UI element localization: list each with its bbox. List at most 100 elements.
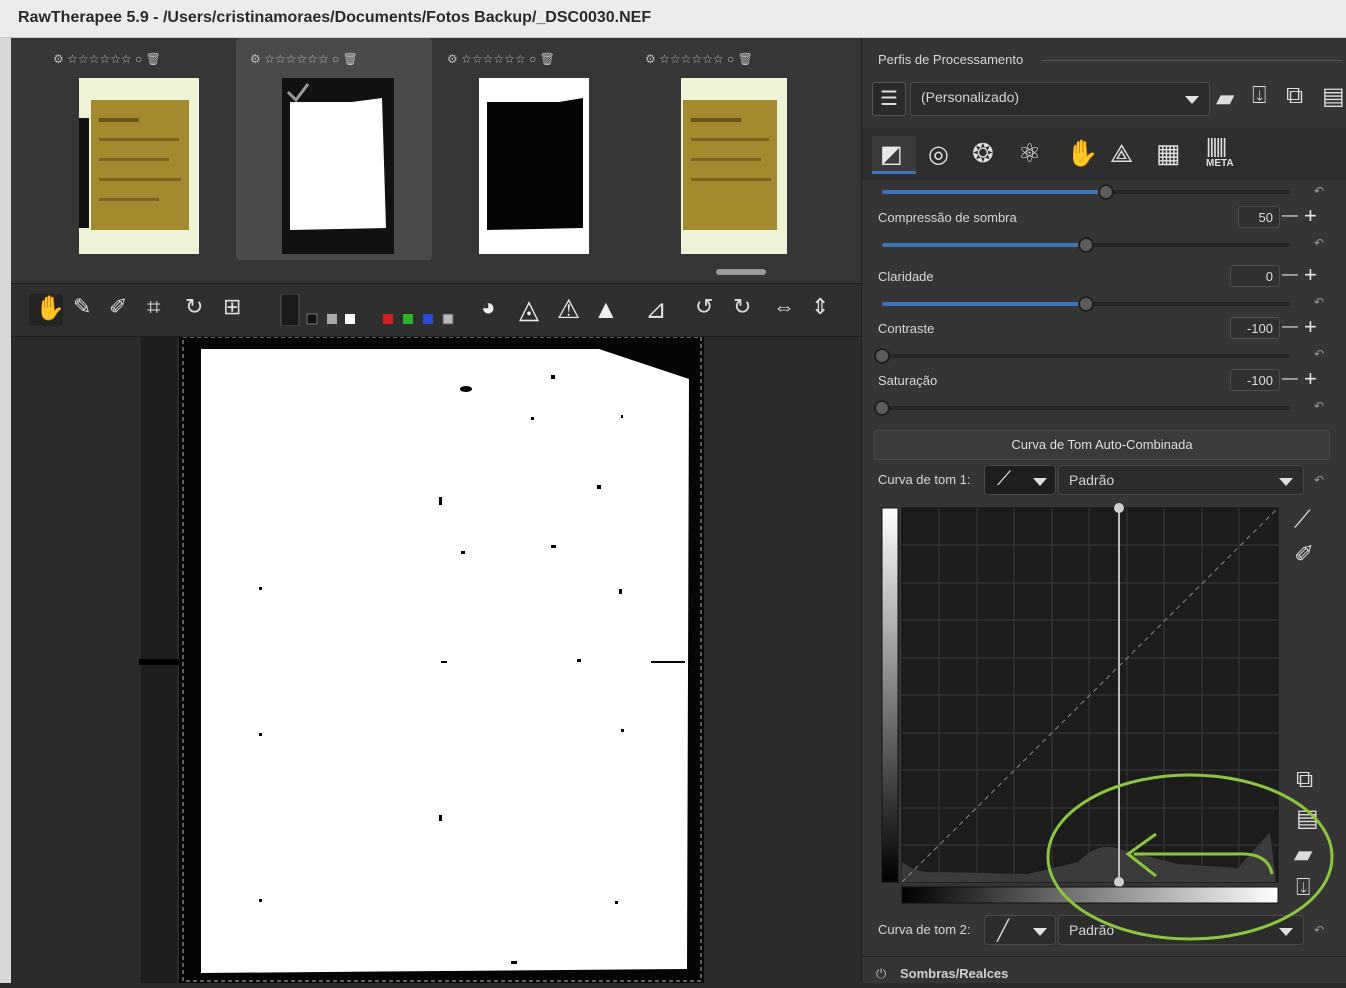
preview-canvas bbox=[139, 336, 704, 983]
reset-icon[interactable]: ↶ bbox=[1314, 295, 1328, 309]
rotate-left-icon[interactable]: ↺ bbox=[695, 294, 713, 326]
reset-icon[interactable]: ↶ bbox=[1314, 347, 1328, 361]
trash-icon[interactable]: 🗑 bbox=[343, 52, 358, 66]
slider-knob[interactable] bbox=[1078, 296, 1094, 312]
increment-icon[interactable]: + bbox=[1304, 316, 1317, 338]
rating-stars[interactable]: ☆☆☆☆☆☆ bbox=[264, 52, 329, 66]
reset-icon[interactable]: ↶ bbox=[1314, 184, 1328, 198]
reject-circle-icon[interactable]: ○ bbox=[332, 52, 339, 66]
before-after-icon[interactable]: ⊿ bbox=[645, 294, 667, 326]
increment-icon[interactable]: + bbox=[1304, 264, 1317, 286]
detail-tab-icon[interactable]: ◎ bbox=[928, 140, 949, 169]
profile-gear-icon[interactable]: ⚙ bbox=[645, 52, 656, 66]
raw-tab-icon[interactable]: ▦ bbox=[1156, 138, 1181, 169]
profile-dropdown[interactable]: (Personalizado) bbox=[910, 82, 1210, 116]
tab-metadata[interactable]: |||||| META bbox=[1202, 136, 1242, 170]
color-tab-icon[interactable]: ❂ bbox=[972, 138, 994, 169]
transform-tab-icon[interactable]: ⟁ bbox=[1110, 138, 1133, 170]
filmstrip-scrollbar[interactable] bbox=[716, 269, 766, 275]
edit-point-icon[interactable]: ⟋ bbox=[1294, 506, 1311, 534]
slider-track[interactable] bbox=[882, 354, 1290, 358]
focus-mask-icon[interactable]: ◕ bbox=[481, 294, 496, 326]
crop-tool-icon[interactable]: ⌗ bbox=[147, 294, 161, 326]
advanced-tab-icon[interactable]: ⚛ bbox=[1018, 138, 1041, 169]
reject-circle-icon[interactable]: ○ bbox=[135, 52, 142, 66]
thumbnail[interactable]: ⚙ ☆☆☆☆☆☆ ○ 🗑 bbox=[433, 38, 629, 260]
curve1-mode-value: Padrão bbox=[1069, 472, 1115, 488]
left-edge bbox=[0, 38, 11, 983]
open-folder-icon[interactable]: ▰ bbox=[1216, 84, 1234, 113]
slider-value-input[interactable]: 50 bbox=[1238, 206, 1280, 228]
flip-horizontal-icon[interactable]: ⇔ bbox=[773, 294, 795, 326]
rating-stars[interactable]: ☆☆☆☆☆☆ bbox=[461, 52, 526, 66]
slider-knob[interactable] bbox=[874, 348, 890, 364]
decrement-icon[interactable]: — bbox=[1282, 316, 1298, 338]
power-icon[interactable]: ⏻ bbox=[876, 966, 886, 982]
decrement-icon[interactable]: — bbox=[1282, 205, 1298, 227]
decrement-icon[interactable]: — bbox=[1282, 368, 1298, 390]
slider-value-input[interactable]: -100 bbox=[1230, 369, 1280, 391]
reset-icon[interactable]: ↶ bbox=[1314, 236, 1328, 250]
image-preview[interactable] bbox=[11, 336, 861, 983]
reject-circle-icon[interactable]: ○ bbox=[727, 52, 734, 66]
thumbnail[interactable]: ⚙ ☆☆☆☆☆☆ ○ 🗑 bbox=[631, 38, 827, 260]
thumbnail-selected[interactable]: ⚙ ☆☆☆☆☆☆ ○ 🗑 bbox=[236, 38, 432, 260]
window-titlebar: RawTherapee 5.9 - /Users/cristinamoraes/… bbox=[0, 0, 1346, 38]
chevron-down-icon bbox=[1033, 478, 1047, 486]
decrement-icon[interactable]: — bbox=[1282, 264, 1298, 286]
slider-knob[interactable] bbox=[1098, 184, 1115, 200]
profile-gear-icon[interactable]: ⚙ bbox=[250, 52, 261, 66]
slider-value-input[interactable]: -100 bbox=[1230, 317, 1280, 339]
highlight-warning-icon[interactable]: ⚠ bbox=[557, 294, 580, 326]
shadow-clipping-icon[interactable]: ◬ bbox=[519, 294, 539, 326]
channel-buttons bbox=[280, 294, 454, 326]
increment-icon[interactable]: + bbox=[1304, 368, 1317, 390]
curve1-type-dropdown[interactable]: ⟋ bbox=[984, 465, 1056, 495]
shadow-warning-icon[interactable]: ▲ bbox=[593, 294, 619, 326]
rating-stars[interactable]: ☆☆☆☆☆☆ bbox=[67, 52, 132, 66]
slider-knob[interactable] bbox=[874, 400, 890, 416]
rotate-right-icon[interactable]: ↻ bbox=[733, 294, 751, 326]
custom-curve-icon: ⟋ bbox=[997, 468, 1011, 490]
meta-label: META bbox=[1206, 158, 1234, 169]
section-divider bbox=[1042, 60, 1342, 61]
curve1-mode-dropdown[interactable]: Padrão bbox=[1058, 465, 1304, 495]
save-profile-icon[interactable]: ⍗ bbox=[1252, 82, 1266, 110]
metadata-tab-icon: |||||| bbox=[1206, 136, 1227, 158]
locallab-tab-icon[interactable]: ✋ bbox=[1066, 138, 1098, 169]
profile-list-icon[interactable]: ☰ bbox=[872, 82, 906, 116]
profile-gear-icon[interactable]: ⚙ bbox=[447, 52, 458, 66]
shadows-highlights-header[interactable]: ⏻ Sombras/Realces bbox=[862, 956, 1346, 983]
auto-matched-curve-button[interactable]: Curva de Tom Auto-Combinada bbox=[874, 430, 1330, 460]
profile-gear-icon[interactable]: ⚙ bbox=[53, 52, 64, 66]
thumbnail-toolbar: ⚙ ☆☆☆☆☆☆ ○ 🗑 bbox=[645, 52, 753, 72]
reset-icon[interactable]: ↶ bbox=[1314, 473, 1328, 487]
slider-label: Claridade bbox=[878, 269, 934, 284]
trash-icon[interactable]: 🗑 bbox=[146, 52, 161, 66]
flip-vertical-icon[interactable]: ⇕ bbox=[811, 294, 829, 326]
reset-icon[interactable]: ↶ bbox=[1314, 399, 1328, 413]
hand-tool-icon[interactable]: ✋ bbox=[35, 294, 65, 326]
thumbnail-toolbar: ⚙ ☆☆☆☆☆☆ ○ 🗑 bbox=[250, 52, 358, 72]
slider-knob[interactable] bbox=[1078, 237, 1094, 253]
thumbnail-image bbox=[479, 78, 589, 254]
thumbnail[interactable]: ⚙ ☆☆☆☆☆☆ ○ 🗑 bbox=[39, 38, 235, 260]
trash-icon[interactable]: 🗑 bbox=[738, 52, 753, 66]
thumbnail-toolbar: ⚙ ☆☆☆☆☆☆ ○ 🗑 bbox=[447, 52, 555, 72]
straighten-tool-icon[interactable]: ↻ bbox=[185, 294, 203, 326]
slider-label: Compressão de sombra bbox=[878, 210, 1017, 225]
tab-exposure[interactable]: ◩ bbox=[872, 136, 916, 174]
slider-value-input[interactable]: 0 bbox=[1230, 265, 1280, 287]
trash-icon[interactable]: 🗑 bbox=[540, 52, 555, 66]
copy-profile-icon[interactable]: ⧉ bbox=[1286, 82, 1303, 110]
thumbnail-image bbox=[79, 78, 199, 254]
color-picker-icon[interactable]: ✐ bbox=[109, 294, 127, 326]
picker-curve-icon[interactable]: ✐ bbox=[1294, 540, 1314, 569]
perspective-tool-icon[interactable]: ⊞ bbox=[223, 294, 241, 326]
slider-track[interactable] bbox=[882, 406, 1290, 410]
rating-stars[interactable]: ☆☆☆☆☆☆ bbox=[659, 52, 724, 66]
white-balance-picker-icon[interactable]: ✎ bbox=[73, 294, 91, 326]
paste-profile-icon[interactable]: ▤ bbox=[1322, 82, 1345, 111]
increment-icon[interactable]: + bbox=[1304, 205, 1317, 227]
reject-circle-icon[interactable]: ○ bbox=[529, 52, 536, 66]
